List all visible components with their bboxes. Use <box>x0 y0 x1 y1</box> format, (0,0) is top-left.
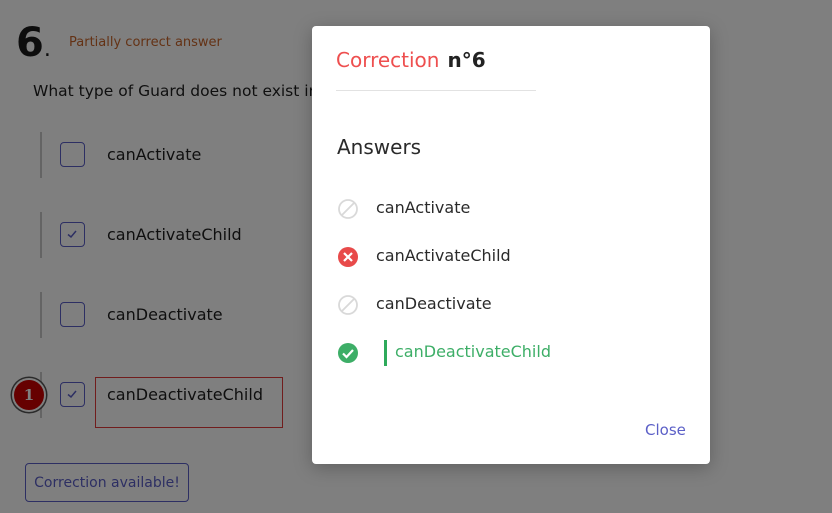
answer-label: canActivateChild <box>376 246 511 265</box>
modal-title-word: Correction <box>336 48 440 72</box>
answer-item: canActivateChild <box>337 244 677 270</box>
check-circle-icon <box>338 343 358 363</box>
answer-item: canDeactivateChild <box>337 340 677 366</box>
close-button[interactable]: Close <box>645 421 686 439</box>
correction-modal: Correction n°6 Answers canActivate canAct… <box>312 26 710 464</box>
answer-label: canDeactivate <box>376 294 492 313</box>
answer-label-correct: canDeactivateChild <box>395 342 551 361</box>
modal-title-number: n°6 <box>447 48 486 72</box>
cross-circle-icon <box>338 247 358 267</box>
prohibited-icon <box>338 199 358 219</box>
answer-item: canDeactivate <box>337 292 677 318</box>
quiz-page: 6. Partially correct answer What type of… <box>0 0 832 513</box>
modal-title: Correction n°6 <box>336 48 486 72</box>
answers-heading: Answers <box>337 135 422 159</box>
answer-label: canActivate <box>376 198 471 217</box>
answer-item: canActivate <box>337 196 677 222</box>
title-divider <box>336 90 536 91</box>
prohibited-icon <box>338 295 358 315</box>
correct-answer-bar <box>384 340 387 366</box>
